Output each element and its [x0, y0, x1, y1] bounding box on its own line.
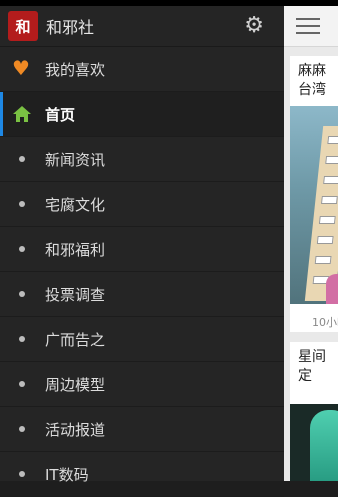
bullet-icon [19, 426, 25, 432]
article-title-line: 台湾 [298, 82, 326, 98]
drawer-item-label: 广而告之 [45, 330, 106, 349]
article-thumbnail [290, 404, 338, 481]
top-bar [284, 6, 338, 47]
drawer-item-welfare[interactable]: 和邪福利 [0, 227, 284, 272]
article-card[interactable]: 星间 定 [290, 342, 338, 481]
bullet-icon [19, 156, 25, 162]
menu-icon[interactable] [296, 18, 320, 34]
drawer-item-label: 我的喜欢 [45, 60, 106, 79]
main-content: 麻麻 台湾 10小时 星间 定 [284, 6, 338, 481]
article-title: 星间 定 [290, 342, 338, 386]
drawer-item-events[interactable]: 活动报道 [0, 407, 284, 452]
bullet-icon [19, 336, 25, 342]
drawer-item-label: 周边模型 [45, 375, 106, 394]
app-logo-icon: 和 [8, 11, 38, 41]
thumbnail-detail [326, 274, 338, 304]
drawer-item-label: 活动报道 [45, 420, 106, 439]
active-indicator [0, 92, 3, 136]
drawer-item-label: IT数码 [45, 465, 89, 484]
heart-icon: ♥ [12, 56, 30, 80]
settings-gear-icon[interactable]: ⚙ [244, 15, 264, 37]
article-title-line: 定 [298, 368, 312, 384]
drawer-header: 和 和邪社 ⚙ [0, 6, 284, 47]
drawer-item-news[interactable]: 新闻资讯 [0, 137, 284, 182]
article-title-line: 星间 [298, 349, 326, 365]
drawer-item-polls[interactable]: 投票调查 [0, 272, 284, 317]
article-title-line: 麻麻 [298, 63, 326, 79]
drawer-item-home[interactable]: 首页 [0, 92, 284, 137]
bullet-icon [19, 291, 25, 297]
drawer-item-label: 新闻资讯 [45, 150, 106, 169]
drawer-item-ads[interactable]: 广而告之 [0, 317, 284, 362]
navigation-drawer: 和 和邪社 ⚙ ♥ 我的喜欢 首页 新闻资讯 宅腐文化 和邪福利 投票调查 广而… [0, 6, 284, 497]
drawer-item-label: 投票调查 [45, 285, 106, 304]
bullet-icon [19, 471, 25, 477]
thumbnail-illustration [310, 410, 338, 481]
home-icon [13, 106, 31, 122]
bullet-icon [19, 381, 25, 387]
bullet-icon [19, 246, 25, 252]
drawer-item-label: 和邪福利 [45, 240, 106, 259]
drawer-item-it-digital[interactable]: IT数码 [0, 452, 284, 497]
app-name: 和邪社 [46, 18, 95, 37]
drawer-item-otaku-culture[interactable]: 宅腐文化 [0, 182, 284, 227]
drawer-item-label: 首页 [45, 105, 76, 124]
drawer-item-figures[interactable]: 周边模型 [0, 362, 284, 407]
article-title: 麻麻 台湾 [290, 56, 338, 100]
drawer-item-favorites[interactable]: ♥ 我的喜欢 [0, 47, 284, 92]
article-thumbnail [290, 106, 338, 304]
drawer-item-label: 宅腐文化 [45, 195, 106, 214]
article-card[interactable]: 麻麻 台湾 10小时 [290, 56, 338, 332]
bullet-icon [19, 201, 25, 207]
article-timestamp: 10小时 [312, 316, 338, 329]
